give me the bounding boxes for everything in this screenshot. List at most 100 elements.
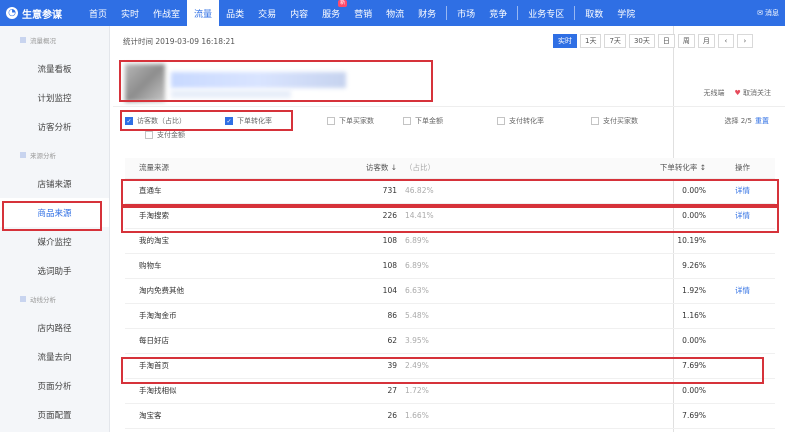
- nav-item-label: 交易: [258, 9, 277, 20]
- section-icon: [20, 152, 26, 158]
- heart-icon: ♥: [734, 89, 741, 97]
- sidebar-section-title: 流量概况: [0, 26, 109, 54]
- nav-item-label: 业务专区: [528, 9, 565, 20]
- main-content: 统计时间 2019-03-09 16:18:21 实时 1天 7天 30天日周月 ‹ › …: [113, 26, 785, 432]
- sidebar-item[interactable]: 媒介监控: [0, 227, 109, 256]
- nav-item[interactable]: 市场: [450, 0, 482, 26]
- range-button[interactable]: 实时: [553, 34, 577, 48]
- range-button[interactable]: 周: [677, 34, 695, 48]
- nav-item[interactable]: 首页: [82, 0, 114, 26]
- nav-item[interactable]: 交易: [251, 0, 283, 26]
- device-label[interactable]: 无线端: [703, 88, 724, 98]
- nav-item-label: 学院: [617, 9, 636, 20]
- sidebar-item[interactable]: 店内路径: [0, 313, 109, 342]
- nav-item[interactable]: 流量: [187, 0, 220, 26]
- metric-checkbox[interactable]: 下单买家数: [327, 116, 374, 126]
- sidebar-item[interactable]: 页面配置: [0, 400, 109, 429]
- sidebar-item[interactable]: 流量看板: [0, 54, 109, 83]
- section-icon: [20, 296, 26, 302]
- range-button[interactable]: 30天: [628, 34, 655, 48]
- col-source: 流量来源: [125, 158, 365, 179]
- nav-item[interactable]: 服务 新: [315, 0, 348, 26]
- nav-item-label: 内容: [290, 9, 309, 20]
- col-conversion[interactable]: 下单转化率 ↕: [610, 158, 710, 179]
- sidebar-item[interactable]: 选词助手: [0, 256, 109, 285]
- app-title: 生意参谋: [22, 9, 62, 21]
- sidebar-item[interactable]: 计划监控: [0, 83, 109, 112]
- checkbox-icon: [591, 117, 599, 125]
- logo-icon: ◔: [6, 7, 18, 19]
- detail-link: [710, 303, 775, 329]
- range-button[interactable]: ›: [736, 34, 753, 48]
- cell-conversion: 7.69%: [610, 403, 710, 429]
- metric-label: 支付金额: [157, 131, 185, 139]
- nav-item[interactable]: 营销: [347, 0, 379, 26]
- sidebar-section-title: 来源分析: [0, 141, 109, 169]
- nav-item[interactable]: 物流: [379, 0, 411, 26]
- nav-item[interactable]: 财务: [411, 0, 443, 26]
- tools-nav: 取数 学院: [578, 0, 642, 26]
- sidebar-item[interactable]: 页面分析: [0, 371, 109, 400]
- main-nav: 首页 实时 作战室 流量 品类 交易 内容 服务 新营销 物流 财务: [82, 0, 443, 26]
- metric-checkbox[interactable]: 下单金额: [403, 116, 443, 126]
- date-range-selector: 实时 1天 7天 30天日周月 ‹ ›: [553, 34, 753, 48]
- range-button[interactable]: 月: [697, 34, 715, 48]
- nav-item[interactable]: 竞争: [482, 0, 514, 26]
- metric-checkbox[interactable]: 支付转化率: [497, 116, 544, 126]
- nav-item[interactable]: 作战室: [146, 0, 187, 26]
- checkbox-icon: [403, 117, 411, 125]
- nav-item[interactable]: 取数: [578, 0, 610, 26]
- metric-label: 支付买家数: [603, 117, 638, 125]
- nav-item[interactable]: 学院: [610, 0, 642, 26]
- col-visitors[interactable]: 访客数 ↓: [365, 158, 405, 179]
- nav-item[interactable]: 内容: [283, 0, 315, 26]
- message-button[interactable]: ✉ 消息: [757, 8, 785, 18]
- cell-visitors: 108: [365, 253, 405, 279]
- reset-link[interactable]: 重置: [755, 117, 769, 125]
- nav-item[interactable]: 品类: [219, 0, 251, 26]
- nav-item-label: 实时: [121, 9, 140, 20]
- cell-conversion: 0.00%: [610, 328, 710, 354]
- cell-source: 淘宝客: [125, 403, 365, 429]
- cell-conversion: 9.26%: [610, 253, 710, 279]
- highlight-box-row-8: [121, 357, 764, 384]
- range-button[interactable]: ‹: [717, 34, 734, 48]
- nav-divider: [574, 6, 576, 20]
- metric-checkbox[interactable]: 支付买家数: [591, 116, 638, 126]
- detail-link[interactable]: 详情: [710, 278, 775, 304]
- range-button[interactable]: 日: [657, 34, 675, 48]
- nav-item-label: 服务: [322, 9, 341, 20]
- nav-item[interactable]: 实时: [114, 0, 146, 26]
- business-nav: 业务专区: [521, 0, 571, 26]
- follow-area: 无线端 ♥ 取消关注: [703, 88, 771, 98]
- sidebar-section-title: 动线分析: [0, 285, 109, 313]
- checkbox-icon: [327, 117, 335, 125]
- cell-visitors: 62: [365, 328, 405, 354]
- nav-divider: [517, 6, 519, 20]
- cell-source: 每日好店: [125, 328, 365, 354]
- unfollow-button[interactable]: ♥ 取消关注: [734, 88, 771, 98]
- metric-checkbox[interactable]: 支付金额: [145, 130, 185, 140]
- app-logo[interactable]: ◔ 生意参谋: [0, 6, 82, 21]
- market-nav: 市场 竞争: [450, 0, 514, 26]
- table-header-row: 流量来源 访客数 ↓ （占比） 下单转化率 ↕ 操作: [125, 158, 775, 179]
- highlight-box-row-1: [121, 179, 779, 206]
- cell-pct: 1.66%: [405, 403, 610, 429]
- range-button[interactable]: 7天: [604, 34, 626, 48]
- sidebar-item[interactable]: 店铺来源: [0, 169, 109, 198]
- table-row: 淘宝客 26 1.66% 7.69%: [125, 403, 775, 429]
- cell-visitors: 26: [365, 403, 405, 429]
- top-nav-bar: ◔ 生意参谋 首页 实时 作战室 流量 品类 交易 内容 服务 新营销 物流 财务 市场 竞争 业务专…: [0, 0, 785, 26]
- range-button[interactable]: 1天: [580, 34, 602, 48]
- nav-item-label: 流量: [194, 9, 213, 20]
- section-icon: [20, 37, 26, 43]
- checkbox-icon: [145, 131, 153, 139]
- nav-item[interactable]: 业务专区: [521, 0, 571, 26]
- section-label: 来源分析: [30, 152, 56, 160]
- sidebar-item[interactable]: 访客分析: [0, 112, 109, 141]
- cell-pct: 5.48%: [405, 303, 610, 329]
- cell-source: 淘内免费其他: [125, 278, 365, 304]
- sidebar-item[interactable]: 流量去向: [0, 342, 109, 371]
- cell-pct: 6.89%: [405, 253, 610, 279]
- cell-pct: 3.95%: [405, 328, 610, 354]
